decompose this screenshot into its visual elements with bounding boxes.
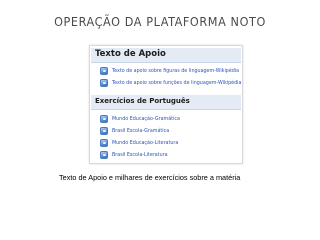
- resource-link-mundo-educacao-gramatica[interactable]: Mundo Educação-Gramática: [100, 114, 238, 124]
- section-title: Exercícios de Português: [95, 97, 190, 105]
- resource-link-label[interactable]: Mundo Educação-Literatura: [112, 141, 178, 146]
- resource-link-brasil-escola-gramatica[interactable]: Brasil Escola-Gramática: [100, 126, 238, 136]
- document-icon: [100, 139, 108, 147]
- document-icon: [100, 151, 108, 159]
- resource-link-label[interactable]: Mundo Educação-Gramática: [112, 117, 180, 122]
- resource-link-figuras-linguagem[interactable]: Texto de apoio sobre figuras de linguage…: [100, 66, 239, 76]
- section-header-exercicios-portugues: Exercícios de Português: [91, 95, 241, 110]
- resource-link-label[interactable]: Texto de apoio sobre funções de linguage…: [112, 81, 241, 86]
- slide-title: OPERAÇÃO DA PLATAFORMA NOTO: [54, 14, 266, 29]
- document-icon: [100, 67, 108, 75]
- resource-link-label[interactable]: Texto de apoio sobre figuras de linguage…: [112, 69, 239, 74]
- section-header-texto-de-apoio: Texto de Apoio: [91, 48, 241, 63]
- resource-link-label[interactable]: Brasil Escola-Literatura: [112, 153, 168, 158]
- resource-link-mundo-educacao-literatura[interactable]: Mundo Educação-Literatura: [100, 138, 238, 148]
- document-icon: [100, 115, 108, 123]
- document-icon: [100, 79, 108, 87]
- resource-link-brasil-escola-literatura[interactable]: Brasil Escola-Literatura: [100, 150, 238, 160]
- slide-caption: Texto de Apoio e milhares de exercícios …: [59, 173, 241, 182]
- section-title: Texto de Apoio: [95, 49, 166, 59]
- resource-link-funcoes-linguagem[interactable]: Texto de apoio sobre funções de linguage…: [100, 78, 241, 88]
- document-icon: [100, 127, 108, 135]
- resource-link-label[interactable]: Brasil Escola-Gramática: [112, 129, 169, 134]
- course-resources-panel: Texto de Apoio Texto de apoio sobre figu…: [89, 45, 243, 164]
